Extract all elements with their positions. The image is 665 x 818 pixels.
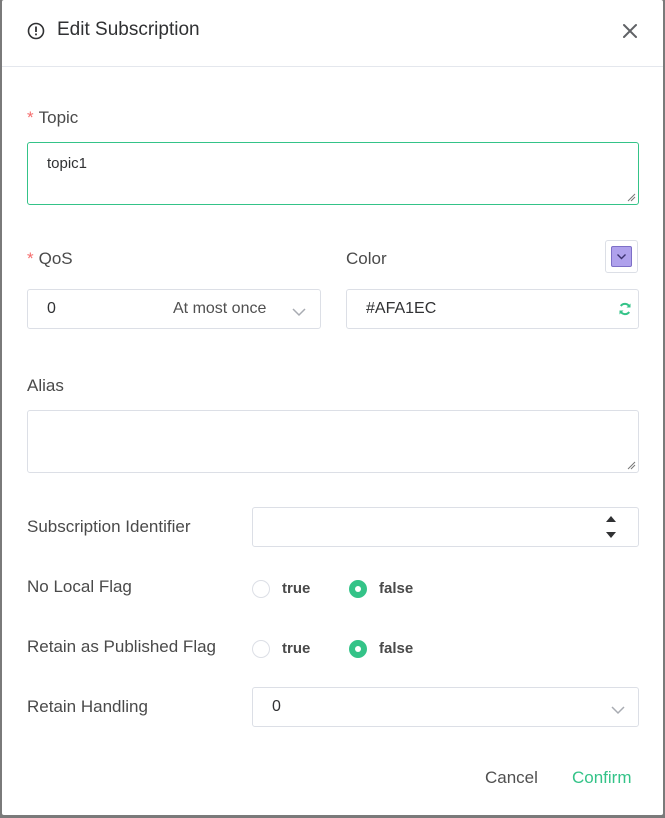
dialog-header: Edit Subscription [2,0,663,67]
retain-as-published-false-label[interactable]: false [379,640,413,657]
chevron-down-icon [292,308,306,317]
info-circle-icon [27,22,45,40]
retain-handling-value: 0 [272,698,281,715]
required-mark: * [27,249,34,268]
retain-handling-select[interactable]: 0 [252,687,639,727]
no-local-flag-label: No Local Flag [27,577,132,596]
resize-grip-icon[interactable] [626,460,636,470]
qos-description: At most once [173,300,267,317]
cancel-button[interactable]: Cancel [485,768,538,788]
subscription-identifier-label: Subscription Identifier [27,517,191,536]
resize-grip-icon[interactable] [626,192,636,202]
retain-as-published-false-radio[interactable] [349,640,367,658]
color-input[interactable]: #AFA1EC [346,289,639,329]
color-value: #AFA1EC [366,300,437,317]
number-stepper[interactable] [604,512,618,542]
stepper-up-icon [606,516,616,522]
qos-label-text: QoS [38,249,73,268]
dialog-title: Edit Subscription [57,19,200,40]
chevron-down-icon [611,706,625,715]
qos-value: 0 [47,300,56,317]
topic-label-text: Topic [38,108,79,127]
color-picker-button[interactable] [605,240,638,273]
color-label: Color [346,249,387,268]
no-local-true-radio[interactable] [252,580,270,598]
stepper-down-icon [606,532,616,538]
refresh-icon[interactable] [618,302,632,316]
no-local-false-label[interactable]: false [379,580,413,597]
retain-handling-label: Retain Handling [27,697,148,716]
alias-input[interactable] [27,410,639,473]
topic-input[interactable]: topic1 [27,142,639,205]
alias-label: Alias [27,376,64,395]
qos-label: * QoS [27,249,73,269]
no-local-false-radio[interactable] [349,580,367,598]
edit-subscription-dialog: Edit Subscription * Topic topic1 * QoS 0 A… [2,0,663,815]
retain-as-published-flag-label: Retain as Published Flag [27,637,217,656]
retain-as-published-true-radio[interactable] [252,640,270,658]
required-mark: * [27,108,34,127]
subscription-identifier-input[interactable] [252,507,639,547]
chevron-down-icon [617,254,626,260]
qos-select[interactable]: 0 At most once [27,289,321,329]
color-swatch [611,246,632,267]
retain-as-published-true-label[interactable]: true [282,640,310,657]
close-icon[interactable] [620,21,640,41]
topic-value: topic1 [47,155,88,172]
confirm-button[interactable]: Confirm [572,768,632,788]
no-local-true-label[interactable]: true [282,580,310,597]
topic-label: * Topic [27,108,78,128]
